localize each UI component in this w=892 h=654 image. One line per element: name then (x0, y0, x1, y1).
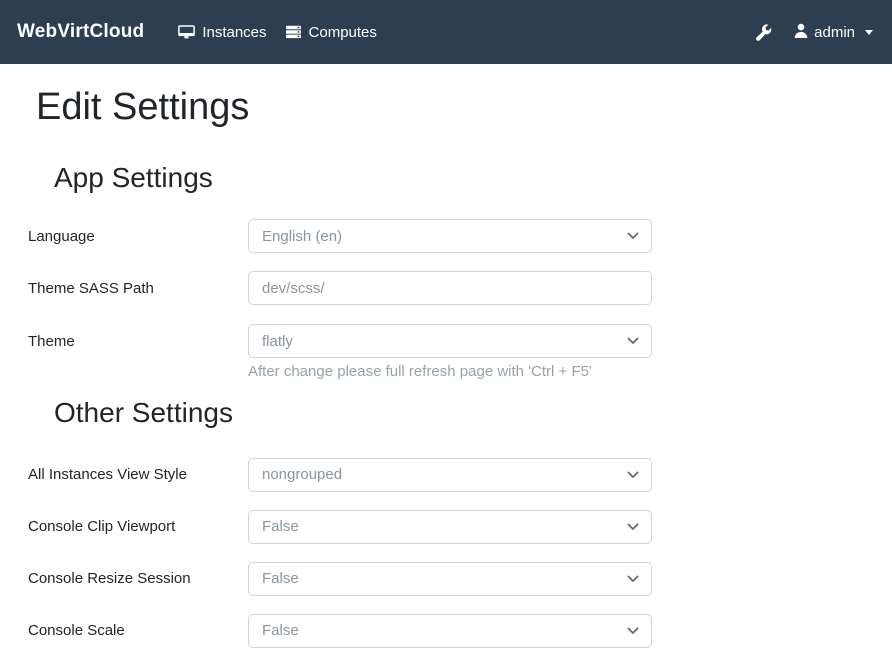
field-label-language: Language (28, 219, 248, 253)
nav-item-label: Computes (309, 24, 377, 41)
field-row-console-resize-session: Console Resize Session False (28, 562, 892, 596)
wrench-icon[interactable] (749, 20, 778, 45)
user-icon (794, 23, 808, 42)
console-clip-viewport-select[interactable]: False (248, 510, 652, 544)
theme-select[interactable]: flatly (248, 324, 652, 358)
field-row-theme-sass-path: Theme SASS Path (28, 271, 892, 305)
console-scale-select[interactable]: False (248, 614, 652, 648)
nav-item-label: Instances (202, 24, 266, 41)
server-icon (285, 24, 302, 40)
field-label-theme-sass-path: Theme SASS Path (28, 271, 248, 305)
theme-sass-path-input[interactable] (248, 271, 652, 305)
section-title-other-settings: Other Settings (54, 396, 892, 430)
field-row-theme: Theme flatly After change please full re… (28, 324, 892, 381)
nav-item-computes[interactable]: Computes (276, 18, 386, 47)
settings-page: Edit Settings App Settings Language Engl… (0, 64, 892, 648)
field-label-console-resize-session: Console Resize Session (28, 562, 248, 596)
field-row-all-instances-view-style: All Instances View Style nongrouped (28, 458, 892, 492)
language-select[interactable]: English (en) (248, 219, 652, 253)
section-title-app-settings: App Settings (54, 161, 892, 195)
caret-down-icon (865, 30, 873, 35)
field-label-console-clip-viewport: Console Clip Viewport (28, 510, 248, 544)
theme-help-text: After change please full refresh page wi… (248, 363, 652, 381)
field-label-all-instances-view-style: All Instances View Style (28, 458, 248, 492)
field-row-language: Language English (en) (28, 219, 892, 253)
monitor-icon (178, 24, 195, 40)
field-label-console-scale: Console Scale (28, 614, 248, 648)
user-label: admin (814, 24, 855, 41)
main-nav: Instances Computes (169, 18, 386, 47)
brand-webvirtcloud[interactable]: WebVirtCloud (17, 21, 144, 43)
field-row-console-clip-viewport: Console Clip Viewport False (28, 510, 892, 544)
user-menu[interactable]: admin (792, 19, 875, 46)
nav-right: admin (749, 19, 875, 46)
field-row-console-scale: Console Scale False (28, 614, 892, 648)
field-label-theme: Theme (28, 324, 248, 358)
top-navbar: WebVirtCloud Instances (0, 0, 892, 64)
console-resize-session-select[interactable]: False (248, 562, 652, 596)
nav-item-instances[interactable]: Instances (169, 18, 275, 47)
page-title: Edit Settings (36, 85, 892, 131)
all-instances-view-style-select[interactable]: nongrouped (248, 458, 652, 492)
